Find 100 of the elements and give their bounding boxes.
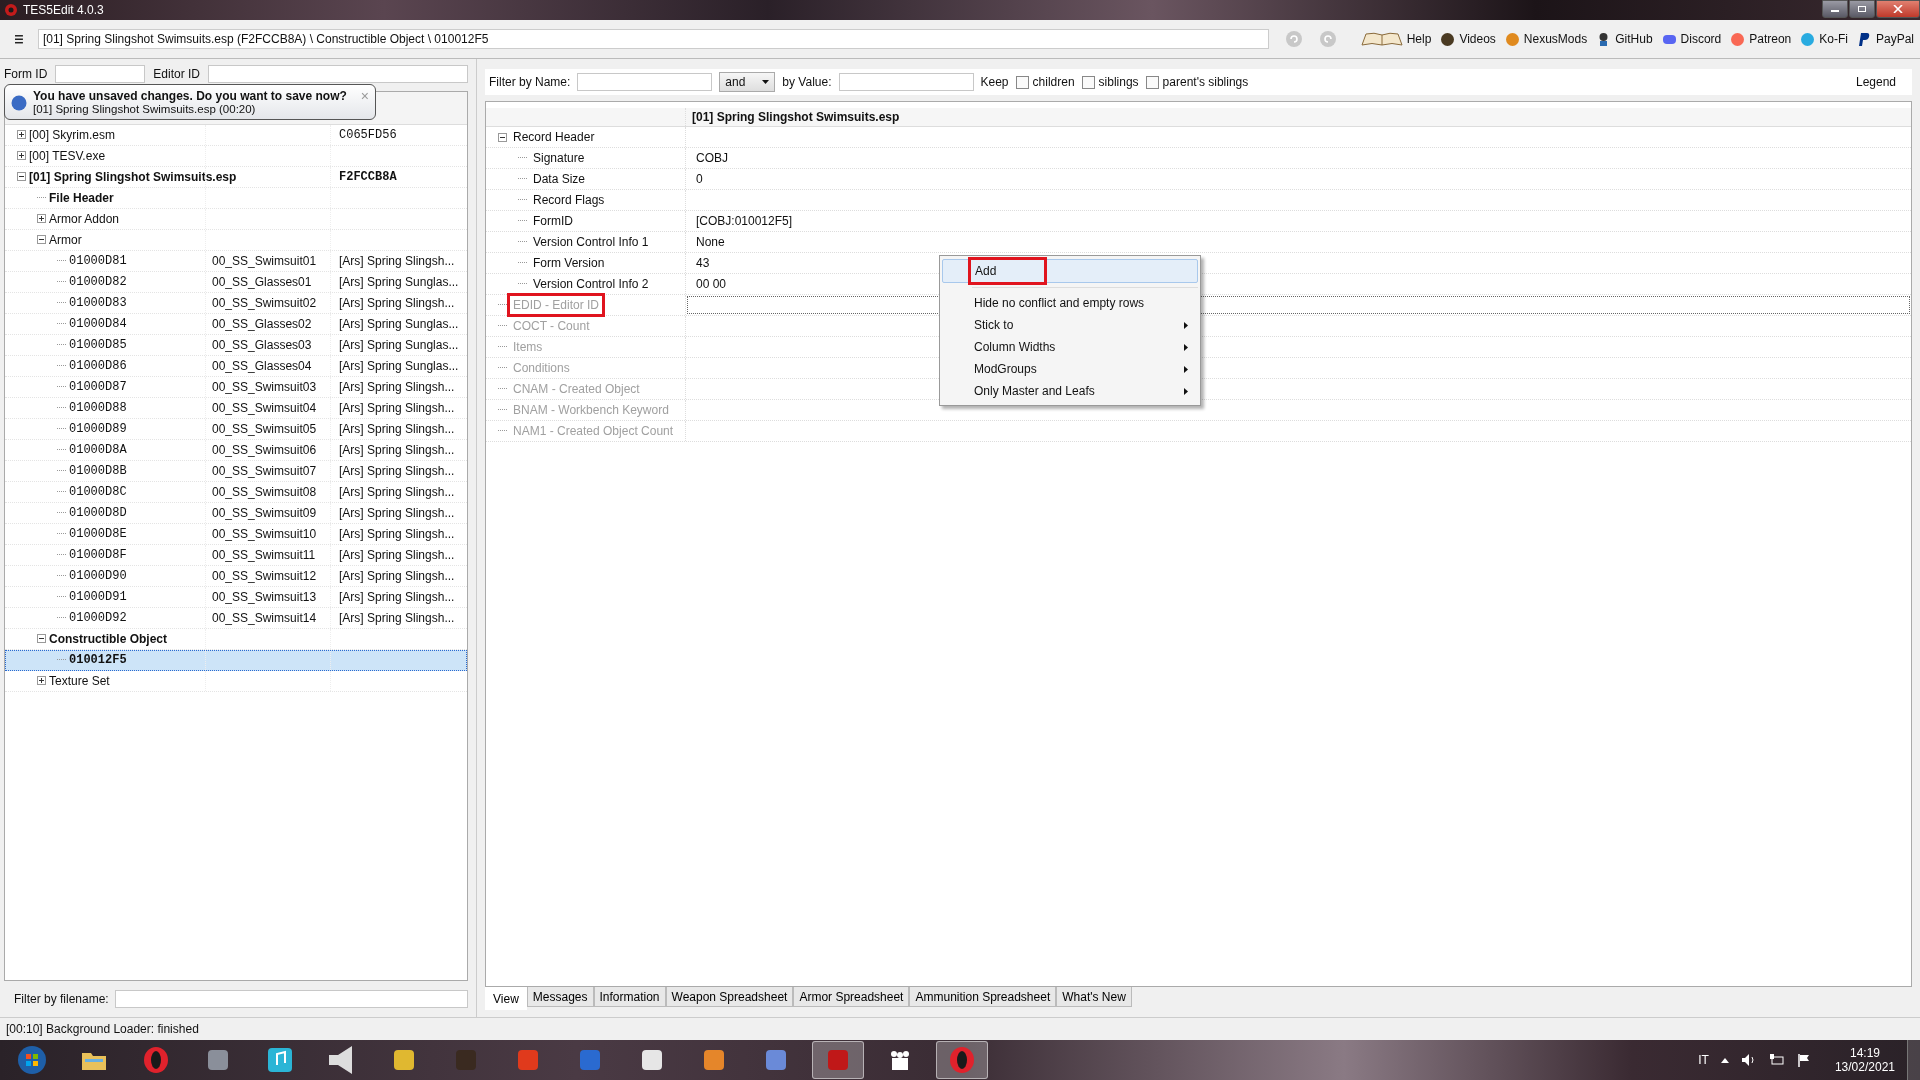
minimize-button[interactable]: [1822, 0, 1848, 18]
tree-item-label: 01000D82: [69, 274, 127, 289]
toolbar-link[interactable]: Discord: [1661, 31, 1722, 47]
tree-item-label: Texture Set: [49, 673, 110, 688]
tab[interactable]: Ammunition Spreadsheet: [909, 987, 1057, 1007]
toolbar-link[interactable]: Ko-Fi: [1800, 31, 1848, 47]
editor-id-field[interactable]: [208, 64, 468, 83]
menu-item[interactable]: Add: [942, 259, 1198, 283]
tree-row[interactable]: 01000D8A 00_SS_Swimsuit06 [Ars] Spring Slingsh...: [5, 439, 467, 461]
tab[interactable]: Messages: [526, 987, 594, 1007]
tree-row[interactable]: 01000D91 00_SS_Swimsuit13 [Ars] Spring Slingsh...: [5, 586, 467, 608]
app-icon: [947, 1045, 977, 1075]
editor-id-cell: 00_SS_Swimsuit14: [212, 610, 317, 625]
tree-row[interactable]: [00] TESV.exe: [5, 145, 467, 167]
editor-id-label: Editor ID: [153, 66, 201, 81]
language-indicator[interactable]: IT: [1698, 1053, 1709, 1067]
tree-row[interactable]: 01000D82 00_SS_Glasses01 [Ars] Spring Sunglas...: [5, 271, 467, 293]
tree-row[interactable]: 01000D8E 00_SS_Swimsuit10 [Ars] Spring Slingsh...: [5, 523, 467, 545]
tree-row[interactable]: 01000D8D 00_SS_Swimsuit09 [Ars] Spring Slingsh...: [5, 502, 467, 524]
tree-item-label: 01000D8A: [69, 442, 127, 457]
network-icon[interactable]: [1768, 1053, 1785, 1067]
tree-row[interactable]: 01000D90 00_SS_Swimsuit12 [Ars] Spring Slingsh...: [5, 565, 467, 587]
path-field[interactable]: [01] Spring Slingshot Swimsuits.esp (F2FCCB8A) \ Constructible Object \ 010012F5: [37, 29, 1270, 49]
toolbar-link[interactable]: NexusMods: [1504, 31, 1588, 47]
tree-row[interactable]: 01000D85 00_SS_Glasses03 [Ars] Spring Sunglas...: [5, 334, 467, 356]
caret-icon[interactable]: [1720, 1057, 1729, 1063]
close-button[interactable]: [1876, 0, 1920, 18]
app-icon: [4, 3, 18, 17]
maximize-button[interactable]: [1849, 0, 1875, 18]
tab[interactable]: View: [485, 987, 527, 1010]
tab[interactable]: Weapon Spreadsheet: [665, 987, 794, 1007]
operator-dropdown[interactable]: and: [719, 72, 776, 92]
tree-row[interactable]: [01] Spring Slingshot Swimsuits.esp F2FCCB8A: [5, 166, 467, 188]
editor-id-cell: 00_SS_Glasses02: [212, 316, 312, 331]
field-label: NAM1 - Created Object Count: [512, 423, 675, 440]
tree-item-label: 01000D84: [69, 316, 127, 331]
menu-item[interactable]: Hide no conflict and empty rows: [942, 292, 1198, 314]
tree-row[interactable]: File Header: [5, 187, 467, 209]
field-value: 43: [696, 256, 710, 270]
filter-name-field[interactable]: [577, 73, 713, 91]
tree-row[interactable]: 01000D88 00_SS_Swimsuit04 [Ars] Spring Slingsh...: [5, 397, 467, 419]
editor-id-cell: 00_SS_Swimsuit11: [212, 547, 316, 562]
field-label: Items: [512, 339, 544, 356]
flag-icon[interactable]: [1796, 1053, 1811, 1067]
toolbar-link[interactable]: Patreon: [1730, 31, 1792, 47]
tree-row[interactable]: Constructible Object: [5, 628, 467, 650]
tree-row[interactable]: 01000D83 00_SS_Swimsuit02 [Ars] Spring Slingsh...: [5, 292, 467, 314]
expand-icon[interactable]: [17, 151, 26, 161]
tree-row[interactable]: Armor: [5, 229, 467, 251]
filter-value-field[interactable]: [838, 73, 974, 91]
submenu-arrow-icon: [1184, 387, 1188, 395]
tree-row[interactable]: [00] Skyrim.esm C065FD56: [5, 124, 467, 146]
submenu-arrow-icon: [1184, 343, 1188, 351]
tree-row[interactable]: 01000D84 00_SS_Glasses02 [Ars] Spring Sunglas...: [5, 313, 467, 335]
collapse-icon[interactable]: [498, 132, 507, 142]
field-value: COBJ: [696, 151, 728, 165]
menu-item[interactable]: Column Widths: [942, 336, 1198, 358]
collapse-icon[interactable]: [37, 634, 46, 644]
field-label: Version Control Info 2: [532, 276, 650, 293]
expand-icon[interactable]: [17, 130, 26, 140]
toolbar-link[interactable]: GitHub: [1596, 31, 1653, 47]
keep-checkbox[interactable]: children: [1015, 75, 1075, 89]
collapse-icon[interactable]: [17, 172, 26, 182]
tree-row[interactable]: 01000D86 00_SS_Glasses04 [Ars] Spring Sunglas...: [5, 355, 467, 377]
tree-row[interactable]: 01000D81 00_SS_Swimsuit01 [Ars] Spring Slingsh...: [5, 250, 467, 272]
menu-icon[interactable]: [15, 34, 25, 44]
expand-icon[interactable]: [37, 676, 46, 686]
collapse-icon[interactable]: [37, 235, 46, 245]
tab[interactable]: Information: [593, 987, 666, 1007]
toolbar-link[interactable]: Videos: [1440, 31, 1496, 47]
form-id-field[interactable]: [55, 64, 146, 83]
tree-row[interactable]: 01000D8F 00_SS_Swimsuit11 [Ars] Spring Slingsh...: [5, 544, 467, 566]
tree-item-label: 01000D88: [69, 400, 127, 415]
filename-filter-field[interactable]: [114, 990, 468, 1009]
legend-button[interactable]: Legend: [1855, 75, 1896, 89]
submenu-arrow-icon: [1184, 321, 1188, 329]
tree-row[interactable]: 01000D8C 00_SS_Swimsuit08 [Ars] Spring Slingsh...: [5, 481, 467, 503]
tab[interactable]: What's New: [1056, 987, 1132, 1007]
keep-checkbox[interactable]: parent's siblings: [1145, 75, 1249, 89]
windows-logo-icon: [17, 1045, 47, 1075]
speaker-icon[interactable]: [1740, 1053, 1757, 1067]
toolbar-link[interactable]: Help: [1360, 31, 1432, 47]
tree-row[interactable]: 01000D8B 00_SS_Swimsuit07 [Ars] Spring Slingsh...: [5, 460, 467, 482]
tree-row[interactable]: 01000D87 00_SS_Swimsuit03 [Ars] Spring Slingsh...: [5, 376, 467, 398]
toolbar-link[interactable]: PayPal: [1856, 31, 1914, 47]
tree-row[interactable]: 010012F5: [5, 649, 467, 671]
tree-row[interactable]: Texture Set: [5, 670, 467, 692]
tab[interactable]: Armor Spreadsheet: [793, 987, 910, 1007]
tree-row[interactable]: 01000D89 00_SS_Swimsuit05 [Ars] Spring Slingsh...: [5, 418, 467, 440]
tree-row[interactable]: Armor Addon: [5, 208, 467, 230]
keep-checkbox[interactable]: siblings: [1081, 75, 1139, 89]
tree-item-label: 01000D87: [69, 379, 127, 394]
menu-item[interactable]: ModGroups: [942, 358, 1198, 380]
tree-row[interactable]: 01000D92 00_SS_Swimsuit14 [Ars] Spring Slingsh...: [5, 607, 467, 629]
menu-item[interactable]: Stick to: [942, 314, 1198, 336]
taskbar-button[interactable]: [936, 1041, 988, 1079]
tree-item-label: 01000D8E: [69, 526, 127, 541]
expand-icon[interactable]: [37, 214, 46, 224]
clock[interactable]: 14:19 13/02/2021: [1834, 1046, 1895, 1074]
menu-item[interactable]: Only Master and Leafs: [942, 380, 1198, 402]
